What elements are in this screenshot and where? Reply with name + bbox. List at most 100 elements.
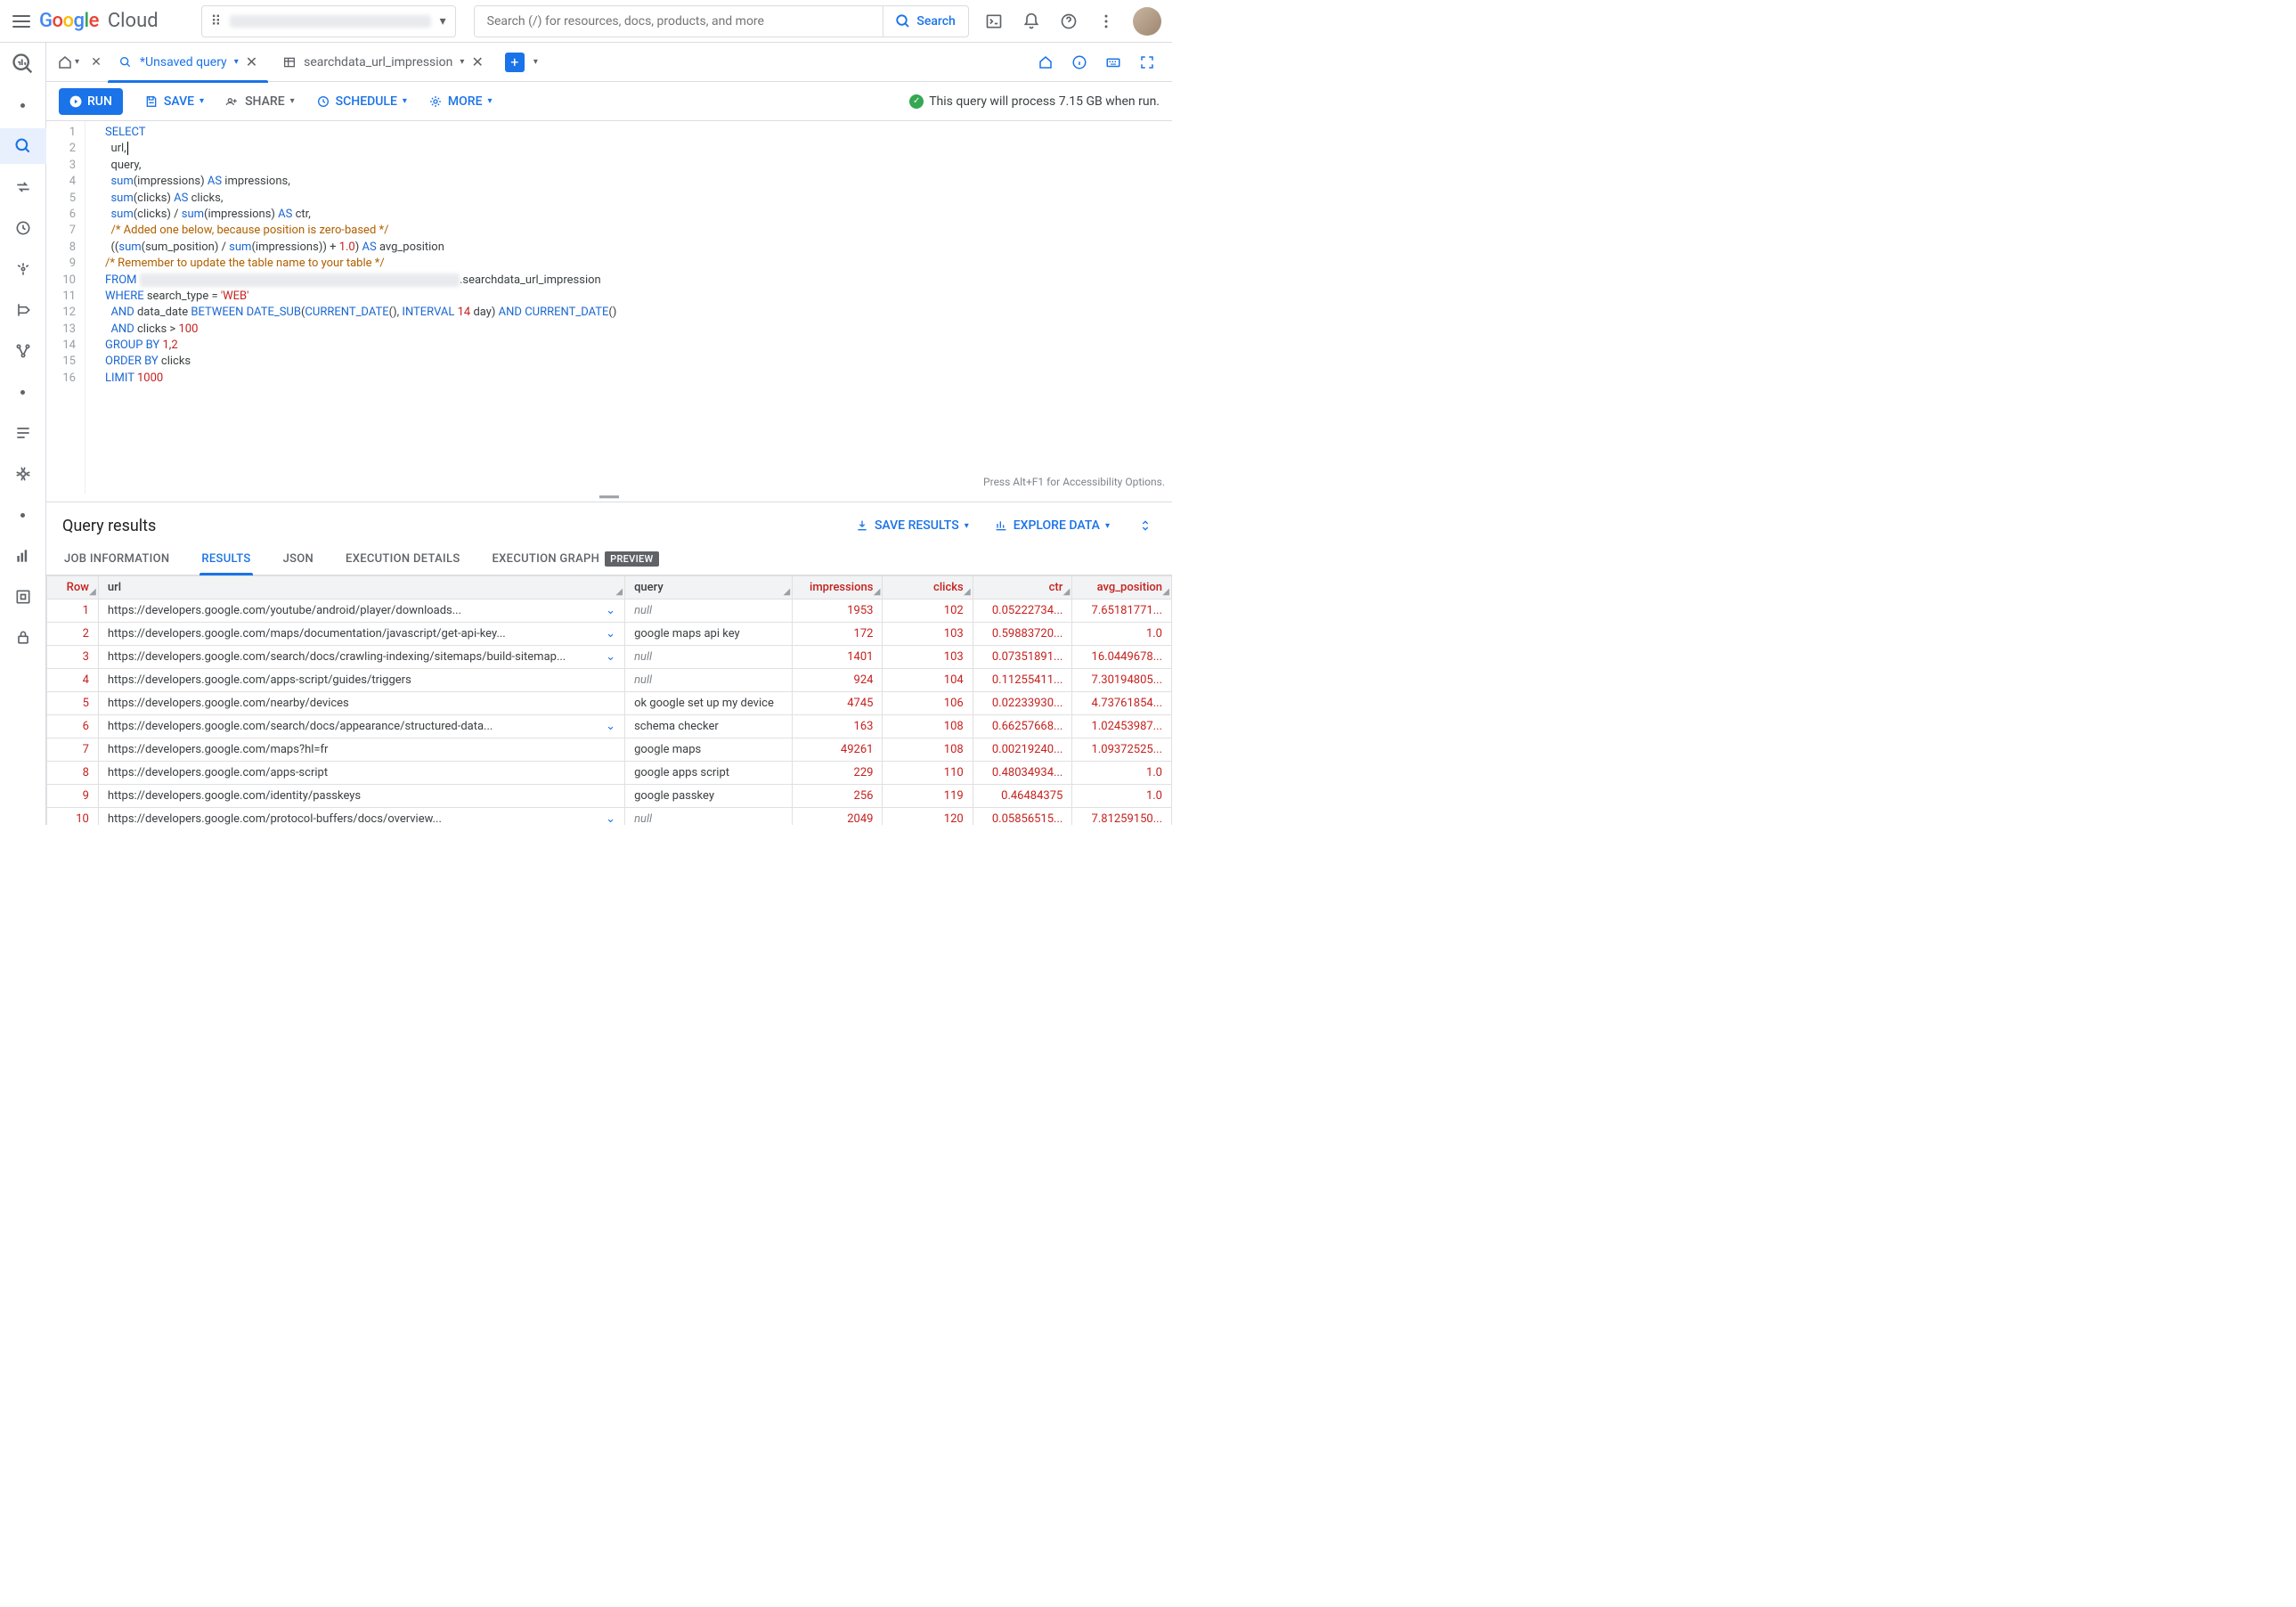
more-button[interactable]: MORE▾ [428, 94, 493, 109]
cell: null [625, 669, 793, 692]
rail-admin[interactable] [5, 620, 41, 656]
column-header[interactable]: impressions◢ [793, 576, 883, 600]
close-icon[interactable]: ✕ [88, 52, 104, 73]
expand-chevron-icon[interactable]: ⌄ [606, 812, 615, 825]
expand-collapse-icon[interactable] [1135, 515, 1156, 536]
rail-data-transfer[interactable] [5, 169, 41, 205]
rail-sql-workspace[interactable] [0, 128, 46, 164]
open-in-new-icon[interactable] [1035, 52, 1056, 73]
cell: 106 [883, 692, 973, 715]
column-header[interactable]: Row◢ [47, 576, 99, 600]
column-header[interactable]: avg_position◢ [1072, 576, 1172, 600]
new-tab-button[interactable]: + [505, 53, 525, 72]
close-icon[interactable]: ✕ [246, 53, 257, 70]
column-header[interactable]: url◢ [98, 576, 624, 600]
tab-table[interactable]: searchdata_url_impression ▾ ✕ [272, 43, 494, 82]
code-area[interactable]: SELECT url, query, sum(impressions) AS i… [85, 121, 616, 494]
table-row: 5https://developers.google.com/nearby/de… [47, 692, 1172, 715]
chevron-down-icon[interactable]: ▾ [234, 57, 239, 67]
bigquery-logo-icon[interactable] [11, 52, 36, 77]
project-picker[interactable]: ⠿ ▾ [201, 5, 456, 37]
breadcrumb-home[interactable]: ▾ [52, 54, 85, 70]
cell: 1.0 [1072, 785, 1172, 808]
info-icon[interactable] [1069, 52, 1090, 73]
search-button[interactable]: Search [883, 6, 968, 37]
expand-chevron-icon[interactable]: ⌄ [606, 604, 615, 617]
table-row: 9https://developers.google.com/identity/… [47, 785, 1172, 808]
table-icon [282, 55, 297, 69]
tab-label: searchdata_url_impression [304, 55, 452, 69]
rail-partner-center[interactable] [5, 415, 41, 451]
cell: 7.65181771... [1072, 600, 1172, 623]
expand-chevron-icon[interactable]: ⌄ [606, 650, 615, 664]
more-vert-icon[interactable] [1095, 11, 1117, 32]
run-button[interactable]: RUN [59, 88, 123, 115]
search-button-label: Search [916, 14, 955, 29]
explore-data-button[interactable]: EXPLORE DATA▾ [994, 518, 1110, 533]
table-row: 4https://developers.google.com/apps-scri… [47, 669, 1172, 692]
cell: https://developers.google.com/youtube/an… [98, 600, 624, 623]
nav-menu-icon[interactable] [11, 11, 32, 32]
cell: 1 [47, 600, 99, 623]
tab-unsaved-query[interactable]: *Unsaved query ▾ ✕ [108, 43, 268, 82]
rail-analytics-hub[interactable] [5, 251, 41, 287]
search-icon [895, 13, 911, 29]
close-icon[interactable]: ✕ [471, 53, 483, 70]
cell: https://developers.google.com/search/doc… [98, 646, 624, 669]
cell: 4 [47, 669, 99, 692]
expand-chevron-icon[interactable]: ⌄ [606, 627, 615, 640]
rail-bi-engine[interactable] [5, 538, 41, 574]
rail-scheduled-queries[interactable] [5, 210, 41, 246]
chevron-down-icon: ▾ [440, 14, 446, 29]
table-row: 7https://developers.google.com/maps?hl=f… [47, 738, 1172, 762]
resize-handle[interactable]: ━━ [46, 494, 1172, 502]
search-input[interactable] [475, 6, 883, 37]
results-table: Row◢url◢query◢impressions◢clicks◢ctr◢avg… [46, 575, 1172, 825]
results-tab-graph[interactable]: EXECUTION GRAPHPREVIEW [491, 543, 661, 575]
column-header[interactable]: ctr◢ [973, 576, 1072, 600]
results-title: Query results [62, 517, 156, 535]
cell: 0.11255411... [973, 669, 1072, 692]
results-tab-job[interactable]: JOB INFORMATION [62, 543, 171, 575]
cloud-shell-icon[interactable] [983, 11, 1005, 32]
results-tabs: JOB INFORMATION RESULTS JSON EXECUTION D… [46, 543, 1172, 575]
cell: 104 [883, 669, 973, 692]
cloud-wordmark: Cloud [108, 10, 159, 32]
chevron-down-icon[interactable]: ▾ [533, 57, 538, 67]
notifications-icon[interactable] [1021, 11, 1042, 32]
keyboard-icon[interactable] [1103, 52, 1124, 73]
rail-settings[interactable] [5, 456, 41, 492]
column-header[interactable]: clicks◢ [883, 576, 973, 600]
save-button[interactable]: SAVE▾ [144, 94, 204, 109]
cell: https://developers.google.com/apps-scrip… [98, 762, 624, 785]
sql-editor[interactable]: 12345678910111213141516 SELECT url, quer… [46, 121, 1172, 494]
cell: 0.05222734... [973, 600, 1072, 623]
cell: 0.00219240... [973, 738, 1072, 762]
cell: 924 [793, 669, 883, 692]
results-tab-exec[interactable]: EXECUTION DETAILS [344, 543, 461, 575]
cell: https://developers.google.com/search/doc… [98, 715, 624, 738]
check-icon: ✓ [909, 94, 924, 109]
save-results-button[interactable]: SAVE RESULTS▾ [855, 518, 969, 533]
results-tab-json[interactable]: JSON [281, 543, 315, 575]
cell: 0.66257668... [973, 715, 1072, 738]
cell: 2 [47, 623, 99, 646]
results-table-wrap[interactable]: Row◢url◢query◢impressions◢clicks◢ctr◢avg… [46, 575, 1172, 825]
cell: 256 [793, 785, 883, 808]
chevron-down-icon[interactable]: ▾ [460, 57, 464, 67]
results-tab-results[interactable]: RESULTS [199, 543, 252, 575]
rail-capacity[interactable] [5, 579, 41, 615]
account-avatar[interactable] [1133, 7, 1161, 36]
help-icon[interactable] [1058, 11, 1079, 32]
rail-data-canvas[interactable] [5, 333, 41, 369]
expand-chevron-icon[interactable]: ⌄ [606, 720, 615, 733]
rail-dataform[interactable] [5, 292, 41, 328]
cell: 1.0 [1072, 762, 1172, 785]
share-button[interactable]: SHARE▾ [225, 94, 295, 109]
query-cost-message: ✓ This query will process 7.15 GB when r… [909, 94, 1160, 109]
schedule-button[interactable]: SCHEDULE▾ [316, 94, 407, 109]
table-row: 10https://developers.google.com/protocol… [47, 808, 1172, 826]
column-header[interactable]: query◢ [625, 576, 793, 600]
fullscreen-icon[interactable] [1136, 52, 1158, 73]
gear-icon [428, 94, 443, 109]
